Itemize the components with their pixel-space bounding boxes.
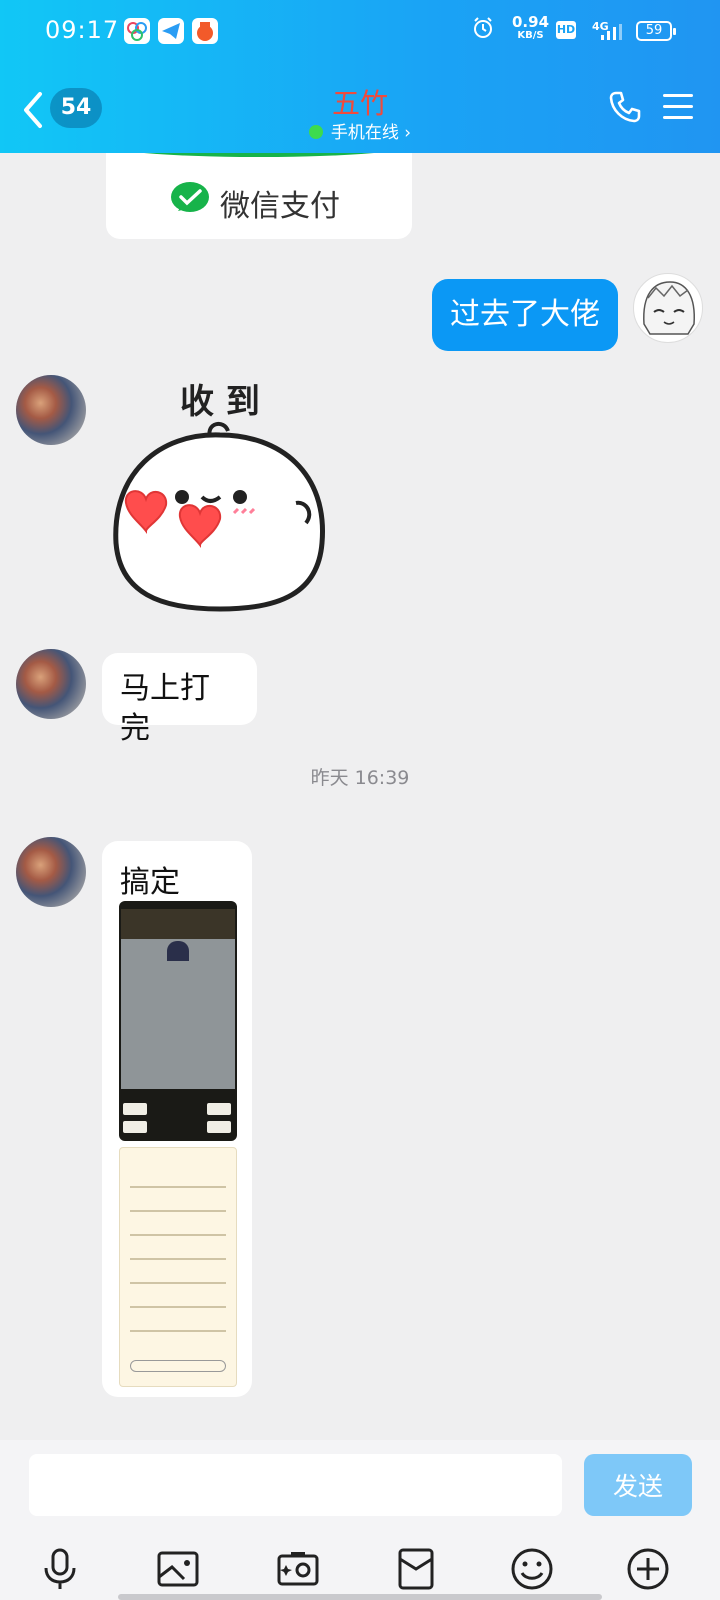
rank-row-line — [130, 1258, 226, 1260]
input-bar: 发送 — [0, 1440, 720, 1600]
app-notification-icon-2 — [192, 18, 218, 44]
status-bar: 09:17 0.94 KB/S HD 4G 59 — [0, 0, 720, 62]
rank-row-line — [130, 1234, 226, 1236]
game-screenshot-button — [207, 1121, 231, 1133]
game-screenshot-button — [207, 1103, 231, 1115]
image-message-bubble[interactable]: 搞定 — [102, 841, 252, 1397]
network-speed-unit: KB/S — [517, 30, 544, 41]
rank-footer — [130, 1360, 226, 1372]
alarm-icon — [472, 16, 494, 44]
game-screenshot-button — [123, 1121, 147, 1133]
wechat-pay-card[interactable]: 微信支付 — [106, 153, 412, 239]
status-time: 09:17 — [45, 16, 120, 44]
incoming-message[interactable]: 马上打完 — [102, 653, 257, 746]
hd-badge: HD — [556, 21, 576, 39]
rank-row-line — [130, 1186, 226, 1188]
outgoing-message[interactable]: 过去了大佬 — [432, 279, 618, 351]
menu-icon-line — [663, 105, 693, 108]
online-status-label: 手机在线 › — [330, 123, 412, 143]
battery-indicator: 59 — [636, 21, 676, 41]
timestamp-separator: 昨天 16:39 — [310, 767, 410, 789]
rank-row-line — [130, 1330, 226, 1332]
app-notification-icon — [124, 18, 150, 44]
friend-avatar[interactable] — [16, 375, 86, 445]
friend-avatar[interactable] — [16, 837, 86, 907]
red-packet-icon[interactable] — [394, 1547, 438, 1591]
game-screenshot-image[interactable] — [119, 901, 237, 1141]
chat-header: 09:17 0.94 KB/S HD 4G 59 54 五竹 手机在线 › — [0, 0, 720, 153]
more-menu-button[interactable] — [663, 94, 693, 122]
ranking-screenshot-image[interactable] — [119, 1147, 237, 1387]
phone-icon — [609, 91, 641, 123]
image-icon[interactable] — [156, 1547, 200, 1591]
my-avatar[interactable] — [633, 273, 703, 343]
menu-icon-line — [663, 116, 693, 119]
game-screenshot-top — [121, 909, 235, 939]
plus-icon[interactable] — [626, 1547, 670, 1591]
network-speed-value: 0.94 — [512, 13, 550, 31]
voice-call-button[interactable] — [608, 90, 642, 124]
network-speed: 0.94 KB/S — [512, 13, 550, 42]
online-dot — [308, 125, 323, 139]
game-screenshot-button — [123, 1103, 147, 1115]
friend-avatar[interactable] — [16, 649, 86, 719]
telegram-notification-icon — [158, 18, 184, 44]
rank-row-line — [130, 1210, 226, 1212]
camera-icon[interactable] — [276, 1547, 320, 1591]
message-input[interactable] — [29, 1454, 562, 1516]
wechat-logo-icon — [170, 181, 210, 217]
menu-icon — [663, 94, 693, 97]
send-button[interactable]: 发送 — [584, 1454, 692, 1516]
microphone-icon[interactable] — [38, 1547, 82, 1591]
home-indicator[interactable] — [118, 1594, 602, 1600]
wechat-pay-label: 微信支付 — [220, 189, 340, 224]
rank-row-line — [130, 1282, 226, 1284]
emoji-icon[interactable] — [510, 1547, 554, 1591]
wechat-pay-banner — [106, 153, 412, 157]
signal-icon — [600, 24, 622, 40]
game-screenshot-floor — [121, 939, 235, 1089]
sticker-text: 收 到 — [180, 382, 260, 422]
image-message-caption: 搞定 — [120, 865, 180, 900]
sticker-message[interactable]: 收 到 — [110, 373, 340, 613]
game-screenshot-door — [167, 941, 189, 961]
chat-message-list[interactable]: 微信支付 过去了大佬 收 到 马上打完 昨天 16:39 搞定 — [0, 153, 720, 1440]
rank-row-line — [130, 1306, 226, 1308]
